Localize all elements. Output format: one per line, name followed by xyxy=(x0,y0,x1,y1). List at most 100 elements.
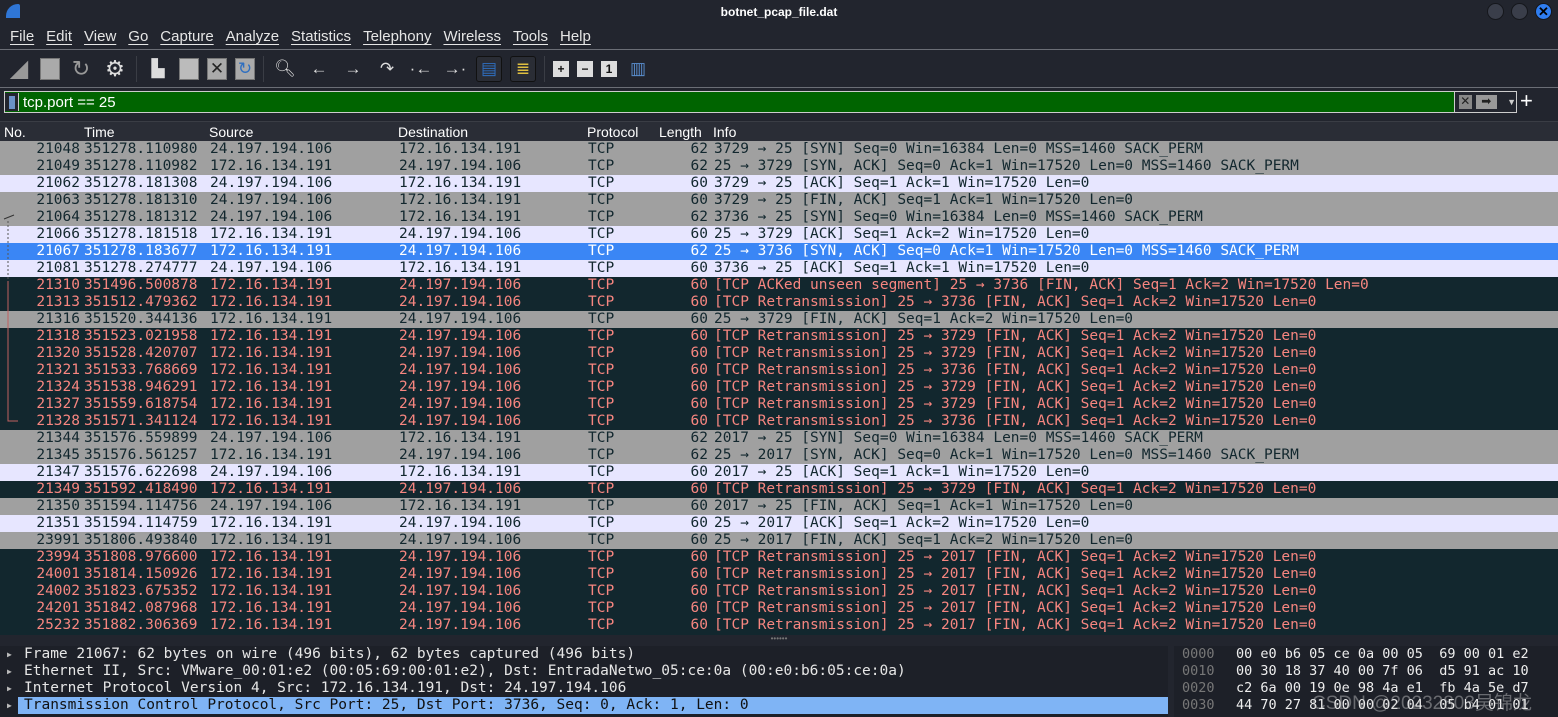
detail-tree-item[interactable]: ▶ Frame 21067: 62 bytes on wire (496 bits… xyxy=(0,646,1168,663)
packet-row[interactable]: 21327 351559.618754 172.16.134.191 24.197.1… xyxy=(0,396,1558,413)
start-capture-icon[interactable]: ◢ xyxy=(6,55,32,82)
cell-dst: 24.197.194.106 xyxy=(399,532,522,548)
menu-telephony[interactable]: Telephony xyxy=(363,28,431,45)
open-file-icon[interactable]: ▙ xyxy=(145,56,171,82)
cell-info: 25 → 3729 [ACK] Seq=1 Ack=2 Win=17520 Le… xyxy=(714,226,1090,242)
menu-edit[interactable]: Edit xyxy=(46,28,72,45)
packet-row[interactable]: 21316 351520.344136 172.16.134.191 24.197.1… xyxy=(0,311,1558,328)
close-file-icon[interactable]: ✕ xyxy=(207,57,227,80)
menu-statistics[interactable]: Statistics xyxy=(291,28,351,45)
filter-text[interactable]: tcp.port == 25 xyxy=(19,94,1454,111)
column-info[interactable]: Info xyxy=(713,124,736,140)
display-filter-input[interactable]: tcp.port == 25 ✕ ➡ ▼ xyxy=(4,91,1517,113)
normal-size-icon[interactable]: 1 xyxy=(601,60,617,77)
packet-row[interactable]: 24201 351842.087968 172.16.134.191 24.197.1… xyxy=(0,600,1558,617)
menu-tools[interactable]: Tools xyxy=(513,28,548,45)
column-length[interactable]: Length xyxy=(659,124,702,140)
packet-row[interactable]: 21324 351538.946291 172.16.134.191 24.197.1… xyxy=(0,379,1558,396)
resize-columns-icon[interactable]: ▥ xyxy=(625,56,651,82)
packet-row[interactable]: 23994 351808.976600 172.16.134.191 24.197.1… xyxy=(0,549,1558,566)
go-forward-icon[interactable]: → xyxy=(340,56,366,82)
packet-row[interactable]: 21067 351278.183677 172.16.134.191 24.197.1… xyxy=(0,243,1558,260)
cell-dst: 24.197.194.106 xyxy=(399,158,522,174)
save-file-icon[interactable] xyxy=(179,57,199,80)
close-button[interactable]: ✕ xyxy=(1535,3,1552,20)
apply-filter-icon[interactable]: ➡ xyxy=(1475,95,1498,109)
cell-proto: TCP xyxy=(588,345,615,361)
packet-row[interactable]: 21049 351278.110982 172.16.134.191 24.197.1… xyxy=(0,158,1558,175)
packet-row[interactable]: 21313 351512.479362 172.16.134.191 24.197.1… xyxy=(0,294,1558,311)
cell-src: 172.16.134.191 xyxy=(210,328,333,344)
find-packet-icon[interactable]: 🔍︎ xyxy=(272,56,298,82)
cell-len: 62 xyxy=(690,209,708,225)
menu-help[interactable]: Help xyxy=(560,28,591,45)
packet-row[interactable]: 25232 351882.306369 172.16.134.191 24.197.1… xyxy=(0,617,1558,634)
packet-row[interactable]: 24001 351814.150926 172.16.134.191 24.197.1… xyxy=(0,566,1558,583)
packet-row[interactable]: 21328 351571.341124 172.16.134.191 24.197.1… xyxy=(0,413,1558,430)
packet-row[interactable]: 21347 351576.622698 24.197.194.106 172.16.1… xyxy=(0,464,1558,481)
column-destination[interactable]: Destination xyxy=(398,124,468,140)
packet-row[interactable]: 21063 351278.181310 24.197.194.106 172.16.1… xyxy=(0,192,1558,209)
packet-row[interactable]: 21349 351592.418490 172.16.134.191 24.197.1… xyxy=(0,481,1558,498)
filter-history-dropdown-icon[interactable]: ▼ xyxy=(1507,97,1516,107)
hex-bytes[interactable]: 00 e0 b6 05 ce 0a 00 05 69 00 01 e2 xyxy=(1236,646,1529,663)
column-time[interactable]: Time xyxy=(84,124,115,140)
minimize-button[interactable] xyxy=(1487,3,1504,20)
cell-src: 24.197.194.106 xyxy=(210,430,333,446)
cell-no: 24001 xyxy=(36,566,80,582)
packet-row[interactable]: 21048 351278.110980 24.197.194.106 172.16.1… xyxy=(0,141,1558,158)
menu-file[interactable]: File xyxy=(10,28,34,45)
menu-go[interactable]: Go xyxy=(128,28,148,45)
cell-time: 351571.341124 xyxy=(84,413,198,429)
menu-capture[interactable]: Capture xyxy=(160,28,213,45)
clear-filter-icon[interactable]: ✕ xyxy=(1459,95,1472,109)
packet-row[interactable]: 21320 351528.420707 172.16.134.191 24.197.1… xyxy=(0,345,1558,362)
cell-time: 351576.622698 xyxy=(84,464,198,480)
restart-capture-icon[interactable]: ↻ xyxy=(68,56,94,82)
cell-time: 351576.561257 xyxy=(84,447,198,463)
packet-row[interactable]: 21345 351576.561257 172.16.134.191 24.197.1… xyxy=(0,447,1558,464)
packet-row[interactable]: 21081 351278.274777 24.197.194.106 172.16.1… xyxy=(0,260,1558,277)
packet-row[interactable]: 21066 351278.181518 172.16.134.191 24.197.1… xyxy=(0,226,1558,243)
packet-row[interactable]: 23991 351806.493840 172.16.134.191 24.197.1… xyxy=(0,532,1558,549)
zoom-out-icon[interactable]: − xyxy=(577,60,593,77)
packet-row[interactable]: 21064 351278.181312 24.197.194.106 172.16.1… xyxy=(0,209,1558,226)
reload-file-icon[interactable]: ↻ xyxy=(235,57,255,80)
expand-arrow-icon[interactable]: ▶ xyxy=(7,663,12,680)
previous-packet-icon[interactable]: ·← xyxy=(408,56,434,82)
detail-tree-item[interactable]: ▶ Transmission Control Protocol, Src Port… xyxy=(0,697,1168,714)
packet-row[interactable]: 21344 351576.559899 24.197.194.106 172.16.1… xyxy=(0,430,1558,447)
go-to-packet-icon[interactable]: ↷ xyxy=(374,56,400,82)
packet-row[interactable]: 21321 351533.768669 172.16.134.191 24.197.1… xyxy=(0,362,1558,379)
colorize-icon[interactable]: ≣ xyxy=(510,55,536,82)
packet-row[interactable]: 21351 351594.114759 172.16.134.191 24.197.1… xyxy=(0,515,1558,532)
menu-wireless[interactable]: Wireless xyxy=(443,28,501,45)
packet-row[interactable]: 21062 351278.181308 24.197.194.106 172.16.1… xyxy=(0,175,1558,192)
maximize-button[interactable] xyxy=(1511,3,1528,20)
capture-options-icon[interactable]: ⚙ xyxy=(102,56,128,82)
menu-analyze[interactable]: Analyze xyxy=(226,28,279,45)
stop-capture-icon[interactable] xyxy=(40,57,60,80)
expand-arrow-icon[interactable]: ▶ xyxy=(7,680,12,697)
zoom-in-icon[interactable]: + xyxy=(553,60,569,77)
packet-row[interactable]: 24002 351823.675352 172.16.134.191 24.197.1… xyxy=(0,583,1558,600)
column-source[interactable]: Source xyxy=(209,124,253,140)
auto-scroll-icon[interactable]: ▤ xyxy=(476,55,502,82)
detail-tree-item[interactable]: ▶ Internet Protocol Version 4, Src: 172.1… xyxy=(0,680,1168,697)
pane-splitter[interactable]: •••••• xyxy=(0,635,1558,646)
next-packet-icon[interactable]: →· xyxy=(442,56,468,82)
column-protocol[interactable]: Protocol xyxy=(587,124,638,140)
hex-bytes[interactable]: 00 30 18 37 40 00 7f 06 d5 91 ac 10 xyxy=(1236,663,1529,680)
go-back-icon[interactable]: ← xyxy=(306,56,332,82)
packet-row[interactable]: 21350 351594.114756 24.197.194.106 172.16.1… xyxy=(0,498,1558,515)
add-filter-button-icon[interactable]: + xyxy=(1520,88,1533,114)
menu-view[interactable]: View xyxy=(84,28,116,45)
detail-tree-item[interactable]: ▶ Ethernet II, Src: VMware_00:01:e2 (00:0… xyxy=(0,663,1168,680)
cell-time: 351523.021958 xyxy=(84,328,198,344)
expand-arrow-icon[interactable]: ▶ xyxy=(7,697,12,714)
packet-row[interactable]: 21318 351523.021958 172.16.134.191 24.197.1… xyxy=(0,328,1558,345)
bookmark-icon[interactable] xyxy=(5,93,19,111)
packet-row[interactable]: 21310 351496.500878 172.16.134.191 24.197.1… xyxy=(0,277,1558,294)
column-no[interactable]: No. xyxy=(4,124,26,140)
expand-arrow-icon[interactable]: ▶ xyxy=(7,646,12,663)
